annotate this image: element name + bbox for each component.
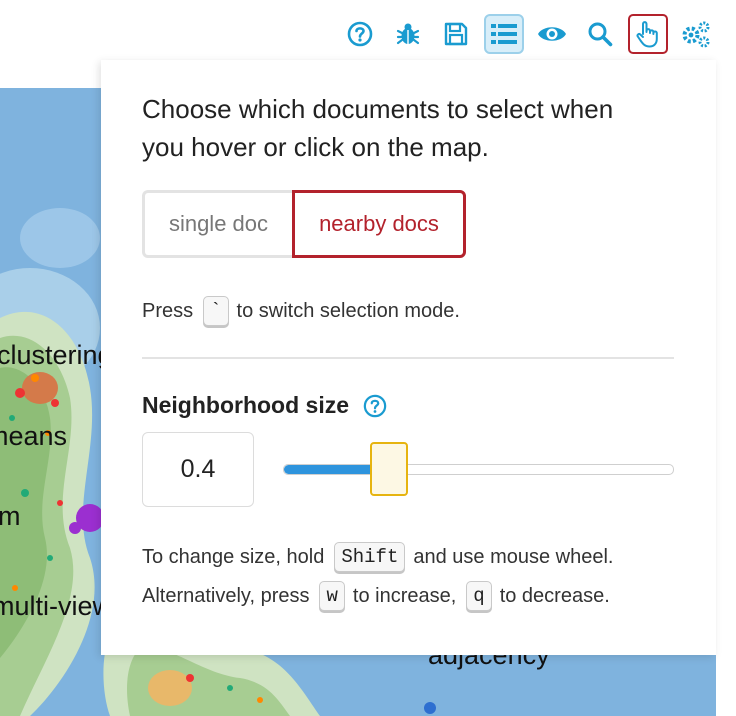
size-hint-line-2: Alternatively, press w to increase, q to… [142,581,610,611]
bug-icon [396,23,420,45]
size-hint-wheel-text: and use mouse wheel. [413,545,614,568]
neighborhood-size-slider[interactable] [283,442,674,498]
search-icon [588,22,613,47]
selection-mode-button[interactable] [628,14,668,54]
settings-button[interactable] [676,14,716,54]
size-hint-line-1: To change size, hold Shift and use mouse… [142,542,614,572]
bug-button[interactable] [388,14,428,54]
w-key: w [319,581,345,611]
size-hint-alt-text: Alternatively, press [142,584,310,607]
selection-settings-panel: Choose which documents to select when yo… [101,60,716,655]
panel-title: Choose which documents to select when yo… [142,94,614,162]
switch-mode-hint: Press ` to switch selection mode. [142,296,460,326]
map-label-clustering: clustering [0,340,113,370]
pointer-hand-icon [636,21,658,48]
size-hint-decrease-text: to decrease. [499,584,610,607]
help-button[interactable] [340,14,380,54]
backtick-key: ` [203,296,229,326]
slider-handle[interactable] [369,442,408,496]
save-button[interactable] [436,14,476,54]
neighborhood-size-value[interactable]: 0.4 [142,432,254,507]
list-button[interactable] [484,14,524,54]
view-button[interactable] [532,14,572,54]
neighborhood-help-icon[interactable] [363,394,387,418]
save-icon [444,22,468,46]
settings-icon [682,21,710,48]
hint-switch-text: to switch selection mode. [236,299,460,322]
help-icon [347,21,373,47]
map-label-m: m [0,501,21,531]
q-key: q [466,581,492,611]
neighborhood-size-heading: Neighborhood size [142,392,387,419]
map-label-means: means [0,421,68,451]
slider-fill [284,465,371,474]
map-label-multi-view: multi-view [0,591,113,621]
list-icon [491,24,517,44]
toolbar [340,10,716,58]
single-doc-option[interactable]: single doc [142,190,292,258]
eye-icon [538,27,566,41]
divider [142,357,674,359]
nearby-docs-option[interactable]: nearby docs [292,190,466,258]
hint-press-text: Press [142,299,194,322]
neighborhood-size-label: Neighborhood size [142,392,349,418]
size-hint-hold-text: To change size, hold [142,545,325,568]
search-button[interactable] [580,14,620,54]
size-hint-increase-text: to increase, [352,584,457,607]
selection-mode-toggle: single doc nearby docs [142,190,466,258]
shift-key: Shift [334,542,406,572]
